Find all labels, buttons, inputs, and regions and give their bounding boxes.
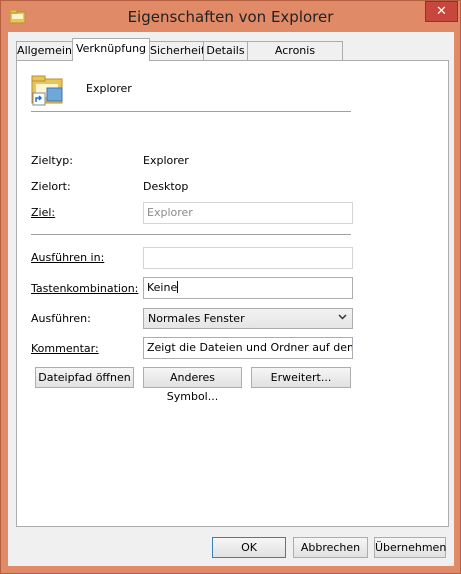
kommentar-field[interactable]: Zeigt die Dateien und Ordner auf dem Com… [143, 337, 353, 359]
erweitert-button[interactable]: Erweitert... [251, 367, 351, 388]
tastenkombination-field[interactable]: Keine [143, 277, 353, 299]
tab-allgemein[interactable]: Allgemein [16, 41, 73, 60]
tab-details[interactable]: Details [203, 41, 248, 60]
dateipfad-oeffnen-button[interactable]: Dateipfad öffnen [35, 367, 134, 388]
window-title: Eigenschaften von Explorer [127, 8, 334, 26]
ausfuehren-in-field[interactable] [143, 247, 353, 269]
explorer-shortcut-icon [31, 75, 63, 106]
ziel-label: Ziel: [31, 206, 56, 219]
abbrechen-button[interactable]: Abbrechen [293, 537, 368, 558]
ok-button[interactable]: OK [212, 537, 286, 558]
shortcut-panel: Explorer Zieltyp: Explorer Zielort: Desk… [16, 60, 449, 527]
close-button[interactable]: ✕ [425, 1, 458, 22]
zieltyp-label: Zieltyp: [31, 154, 73, 167]
shortcut-name: Explorer [86, 82, 132, 95]
separator [31, 111, 351, 113]
close-icon: ✕ [436, 4, 447, 19]
zielort-label: Zielort: [31, 180, 71, 193]
ausfuehren-label: Ausführen: [31, 312, 91, 325]
ausfuehren-select[interactable]: Normales Fenster [143, 308, 353, 329]
title-bar[interactable]: Eigenschaften von Explorer ✕ [1, 1, 460, 33]
tab-acronis-recovery[interactable]: Acronis Recovery [247, 41, 343, 75]
tastenkombination-label: Tastenkombination: [31, 282, 139, 295]
zielort-value: Desktop [143, 180, 189, 193]
tab-sicherheit[interactable]: Sicherheit [149, 41, 205, 60]
tab-verknuepfung[interactable]: Verknüpfung [72, 38, 150, 61]
tastenkombination-value: Keine [147, 281, 178, 294]
text-cursor [177, 281, 179, 293]
anderes-symbol-button[interactable]: Anderes Symbol... [143, 367, 242, 403]
ausfuehren-selected-value: Normales Fenster [148, 312, 245, 325]
kommentar-label: Kommentar: [31, 342, 99, 355]
ausfuehren-in-label: Ausführen in: [31, 251, 105, 264]
chevron-down-icon [338, 314, 347, 320]
properties-window: Eigenschaften von Explorer ✕ Allgemein V… [0, 0, 461, 574]
zieltyp-value: Explorer [143, 154, 189, 167]
dialog-client: Allgemein Verknüpfung Sicherheit Details… [8, 32, 454, 566]
uebernehmen-button[interactable]: Übernehmen [374, 537, 446, 558]
ziel-field[interactable]: Explorer [143, 202, 353, 224]
separator [31, 234, 351, 236]
